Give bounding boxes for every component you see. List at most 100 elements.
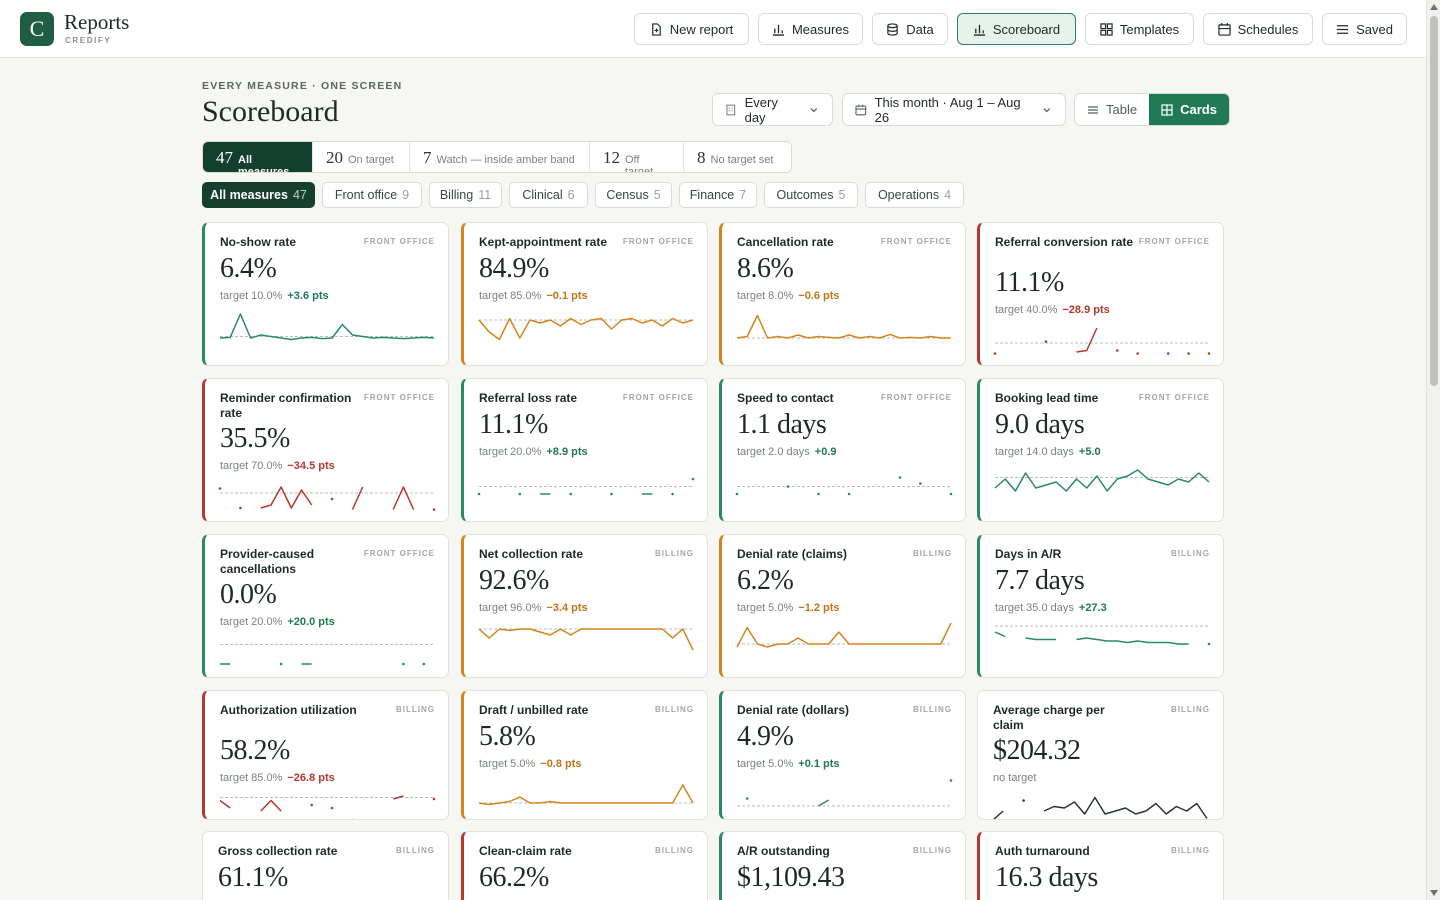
measure-name: Auth turnaround [995,844,1090,858]
measure-card[interactable]: Gross collection rate BILLING 61.1% [202,831,449,900]
measure-meta: target 5.0% −1.2 pts [737,602,840,614]
measure-card[interactable]: No-show rate FRONT OFFICE 6.4% target 10.0%… [202,222,449,366]
nav-label: Schedules [1237,21,1299,37]
nav-data-button[interactable]: Data [872,13,948,45]
view-cards-button[interactable]: Cards [1149,94,1229,125]
category-chip-census[interactable]: Census 5 [595,182,672,208]
trend-line [260,486,313,509]
measure-card[interactable]: Reminder confirmation rate FRONT OFFICE 35… [202,378,449,522]
measure-card[interactable]: Referral loss rate FRONT OFFICE 11.1% targe… [461,378,708,522]
sparkline-chart [477,477,695,496]
trend-line [478,628,694,651]
measure-card[interactable]: Average charge per claim BILLING $204.32 no… [977,690,1224,820]
measure-card[interactable]: Booking lead time FRONT OFFICE 9.0 days tar… [977,378,1224,522]
trend-line [392,486,415,510]
status-tab-on-target[interactable]: 20 On target [313,142,410,172]
trend-point [1136,352,1139,355]
sparkline-chart [735,476,953,496]
category-chip-billing[interactable]: Billing 11 [429,182,502,208]
measure-card[interactable]: Authorization utilization BILLING 58.2% tar… [202,690,449,820]
measure-value: 6.4% [220,253,277,284]
trend-point [518,492,522,496]
nav-new-report-button[interactable]: New report [634,13,749,45]
nav-templates-button[interactable]: Templates [1085,13,1194,45]
measure-target: target 20.0% [479,446,542,458]
trend-line [478,784,694,806]
vertical-scrollbar[interactable] [1426,0,1440,900]
scroll-down-icon[interactable] [1430,890,1438,896]
measure-category: BILLING [913,549,952,558]
measure-value: 5.8% [479,721,536,752]
page-eyebrow: EVERY MEASURE · ONE SCREEN [202,80,403,92]
measure-card[interactable]: Clean-claim rate BILLING 66.2% [461,831,708,900]
trend-point [1207,642,1211,646]
nav-scoreboard-button[interactable]: Scoreboard [957,13,1076,45]
trend-line [736,622,952,648]
sparkline-chart [736,314,951,339]
measure-target: target 20.0% [220,616,283,628]
status-tab-watch[interactable]: 7 Watch — inside amber band [410,142,590,172]
measure-card[interactable]: Auth turnaround BILLING 16.3 days [977,831,1224,900]
view-table-button[interactable]: Table [1075,94,1149,125]
date-range-dropdown[interactable]: This month · Aug 1 – Aug 26 [842,93,1066,126]
measure-card[interactable]: Draft / unbilled rate BILLING 5.8% target 5… [461,690,708,820]
measure-name: Clean-claim rate [479,844,572,858]
category-chip-front-office[interactable]: Front office 9 [322,182,422,208]
measure-card[interactable]: Days in A/R BILLING 7.7 days target 35.0 da… [977,534,1224,678]
trend-point [847,492,851,496]
measure-meta: target 40.0% −28.9 pts [995,304,1110,316]
top-bar: C Reports CREDIFY New report Measures Da… [0,0,1426,58]
measure-card[interactable]: Speed to contact FRONT OFFICE 1.1 days targ… [719,378,966,522]
measure-name: A/R outstanding [737,844,830,858]
measure-meta: target 85.0% −0.1 pts [479,290,588,302]
measure-meta: target 70.0% −34.5 pts [220,460,335,472]
list-icon [1336,24,1349,34]
category-chip-all[interactable]: All measures 47 [202,182,315,208]
app-name: Reports [64,10,130,34]
trend-line [1043,796,1208,819]
scroll-up-icon[interactable] [1430,4,1438,10]
measure-delta: −1.2 pts [798,602,840,614]
measure-card[interactable]: Referral conversion rate FRONT OFFICE 11.1… [977,222,1224,366]
trend-point [310,803,313,807]
measure-category: BILLING [396,705,435,714]
chip-count: 9 [402,188,410,202]
measure-card[interactable]: Net collection rate BILLING 92.6% target 96… [461,534,708,678]
scrollbar-thumb[interactable] [1430,16,1438,386]
grid-icon [1161,103,1173,116]
nav-measures-button[interactable]: Measures [758,13,863,45]
grid-icon [1100,22,1113,36]
measure-target: target 40.0% [995,304,1058,316]
measure-target: target 5.0% [737,758,794,770]
nav-saved-button[interactable]: Saved [1322,13,1407,45]
measure-card[interactable]: Kept-appointment rate FRONT OFFICE 84.9% ta… [461,222,708,366]
app-logo[interactable]: C [20,12,54,46]
measure-card[interactable]: A/R outstanding BILLING $1,109.43 [719,831,966,900]
measure-card[interactable]: Denial rate (dollars) BILLING 4.9% target 5… [719,690,966,820]
measure-meta: target 35.0 days +27.3 [995,602,1107,614]
status-filter-tabs: 47 All measures 20 On target 7 Watch — i… [202,141,792,173]
status-tab-no-target[interactable]: 8 No target set [684,142,791,172]
status-tab-off-target[interactable]: 12 Off target [590,142,684,172]
chip-label: Outcomes [776,188,834,202]
category-chip-clinical[interactable]: Clinical 6 [509,182,588,208]
chevron-down-icon [810,107,818,112]
nav-schedules-button[interactable]: Schedules [1203,13,1313,45]
nav-label: Saved [1356,21,1393,37]
status-count: 20 [326,148,343,167]
measure-card[interactable]: Cancellation rate FRONT OFFICE 8.6% target … [719,222,966,366]
measure-category: BILLING [913,705,952,714]
trend-point [432,508,436,511]
status-tab-all[interactable]: 47 All measures [203,142,313,172]
measure-name: Reminder confirmation rate [220,391,352,420]
chip-count: 4 [944,188,952,202]
trend-point [1187,352,1190,355]
category-chip-outcomes[interactable]: Outcomes 5 [764,182,858,208]
category-chip-finance[interactable]: Finance 7 [679,182,757,208]
category-chip-operations[interactable]: Operations 4 [865,182,964,208]
measure-card[interactable]: Denial rate (claims) BILLING 6.2% target 5.… [719,534,966,678]
frequency-dropdown[interactable]: Every day [712,93,833,126]
measure-card[interactable]: Provider-caused cancellations FRONT OFFIC… [202,534,449,678]
measure-category: BILLING [1171,549,1210,558]
measure-name: Referral conversion rate [995,235,1134,249]
